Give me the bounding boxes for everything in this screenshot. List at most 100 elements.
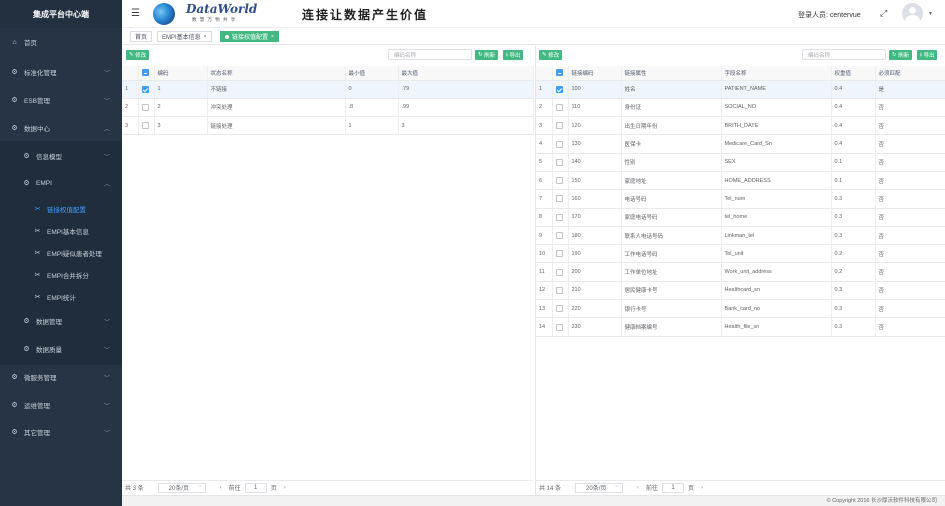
table-row[interactable]: 2 2 冲突处理 .8.99 (122, 98, 534, 118)
page-input[interactable]: 1 (244, 482, 267, 493)
page-size-select[interactable]: 20条/页 (157, 482, 206, 493)
table-row[interactable]: 14 230 健康档案编号 Health_file_sn 0.3 否 (536, 317, 945, 337)
row-checkbox[interactable] (141, 122, 149, 130)
column-header[interactable]: 链接属性 (621, 66, 722, 81)
row-checkbox[interactable] (141, 85, 149, 93)
sidebar-item[interactable]: ✂ EMPI合并拆分 (0, 265, 122, 285)
column-header[interactable]: 最大值 (398, 66, 534, 81)
page-size-select[interactable]: 20条/页 (575, 482, 624, 493)
column-header[interactable]: 必须匹配 (875, 66, 945, 81)
row-checkbox[interactable] (555, 323, 563, 331)
row-checkbox[interactable] (555, 158, 563, 166)
row-select-cell[interactable] (552, 226, 569, 246)
next-page-icon[interactable]: › (701, 485, 703, 491)
row-select-cell[interactable] (552, 281, 569, 301)
row-select-cell[interactable] (552, 299, 569, 319)
row-select-cell[interactable] (552, 116, 569, 136)
row-select-cell[interactable] (138, 116, 155, 136)
column-header[interactable]: 字段名称 (721, 66, 832, 81)
row-checkbox[interactable] (555, 268, 563, 276)
table-row[interactable]: 9 180 联系人电话号码 Linkman_tel 0.3 否 (536, 226, 945, 246)
table-row[interactable]: 6 150 家庭地址 HOME_ADDRESS 0.1 否 (536, 171, 945, 191)
prev-page-icon[interactable]: ‹ (637, 485, 639, 491)
edit-button[interactable]: ✎ 修改 (539, 50, 563, 60)
row-checkbox[interactable] (555, 305, 563, 313)
row-select-cell[interactable] (138, 98, 155, 118)
row-checkbox[interactable] (555, 177, 563, 185)
row-select-cell[interactable] (138, 80, 155, 99)
select-all-checkbox[interactable] (141, 69, 149, 77)
row-checkbox[interactable] (555, 286, 563, 294)
row-select-cell[interactable] (552, 134, 569, 154)
avatar[interactable] (902, 3, 923, 24)
table-row[interactable]: 5 140 性别 SEX 0.1 否 (536, 153, 945, 172)
table-row[interactable]: 3 3 链接处理 1 3 (122, 116, 534, 136)
sidebar-item[interactable]: ⚙ 数据质量 ﹀ (0, 339, 122, 359)
sidebar-item[interactable]: ⚙ EMPI ︿ (0, 173, 122, 193)
row-checkbox[interactable] (555, 232, 563, 240)
column-header[interactable]: 编码 (154, 66, 208, 81)
sidebar-item[interactable]: ⚙ 微服务管理 ﹀ (0, 367, 122, 387)
row-checkbox[interactable] (555, 195, 563, 203)
column-header[interactable]: 权重值 (831, 66, 876, 81)
refresh-button[interactable]: ↻ 刷新 (475, 50, 499, 60)
header-select-all[interactable] (552, 66, 569, 81)
row-select-cell[interactable] (552, 171, 569, 191)
table-row[interactable]: 8 170 家庭电话号码 tel_home 0.3 否 (536, 208, 945, 227)
row-checkbox[interactable] (141, 103, 149, 111)
sidebar-item[interactable]: ⚙ 信息模型 ﹀ (0, 146, 122, 166)
sidebar-item[interactable]: ⚙ 其它管理 ﹀ (0, 422, 122, 442)
next-page-icon[interactable]: › (284, 485, 286, 491)
sidebar-item[interactable]: ⌂ 首页 (0, 32, 122, 52)
page-input[interactable]: 1 (662, 482, 685, 493)
table-row[interactable]: 7 160 电话号码 Tel_num 0.3 否 (536, 189, 945, 209)
row-select-cell[interactable] (552, 189, 569, 209)
close-icon[interactable]: × (271, 34, 274, 40)
export-button[interactable]: ⭳ 导出 (917, 50, 938, 60)
row-checkbox[interactable] (555, 213, 563, 221)
column-header[interactable]: 状态名称 (207, 66, 346, 81)
header-select-all[interactable] (138, 66, 155, 81)
caret-down-icon[interactable]: ▼ (928, 11, 933, 17)
hamburger-icon[interactable]: ☰ (131, 8, 140, 19)
row-select-cell[interactable] (552, 98, 569, 118)
search-input[interactable]: 编码名称 (388, 49, 472, 60)
sidebar-item[interactable]: ⚙ 运维管理 ﹀ (0, 395, 122, 415)
table-row[interactable]: 3 120 出生日期年份 BRITH_DATE 0.4 否 (536, 116, 945, 136)
row-select-cell[interactable] (552, 80, 569, 99)
tab-empi-basic[interactable]: EMPI基本信息 × (157, 31, 212, 42)
table-row[interactable]: 11 200 工作单位地址 Work_unit_address 0.2 否 (536, 262, 945, 282)
sidebar-item[interactable]: ⚙ 标准化管理 ﹀ (0, 62, 122, 82)
table-row[interactable]: 4 130 医保卡 Medicare_Card_Sn 0.4 否 (536, 134, 945, 154)
row-select-cell[interactable] (552, 208, 569, 227)
fullscreen-icon[interactable]: ⤢ (880, 8, 887, 19)
row-select-cell[interactable] (552, 153, 569, 172)
row-checkbox[interactable] (555, 250, 563, 258)
tab-link-weight[interactable]: 链接权值配置 × (220, 31, 279, 42)
export-button[interactable]: ⭳ 导出 (503, 50, 524, 60)
sidebar-item[interactable]: ⚙ 数据中心 ︿ (0, 118, 122, 138)
sidebar-item[interactable]: ⚙ ESB管理 ﹀ (0, 90, 122, 110)
table-row[interactable]: 1 1 不链接 0.79 (122, 80, 534, 99)
prev-page-icon[interactable]: ‹ (220, 485, 222, 491)
table-row[interactable]: 2 110 身份证 SOCIAL_NO 0.4 否 (536, 98, 945, 118)
row-select-cell[interactable] (552, 244, 569, 264)
row-checkbox[interactable] (555, 122, 563, 130)
column-header[interactable]: 最小值 (345, 66, 399, 81)
sidebar-item[interactable]: ✂ EMPI基本信息 (0, 221, 122, 241)
table-row[interactable]: 10 190 工作电话号码 Tel_unit 0.2 否 (536, 244, 945, 264)
sidebar-item[interactable]: ✂ EMPI疑似患者处理 (0, 243, 122, 263)
row-select-cell[interactable] (552, 262, 569, 282)
row-checkbox[interactable] (555, 140, 563, 148)
row-checkbox[interactable] (555, 85, 563, 93)
close-icon[interactable]: × (204, 34, 207, 40)
sidebar-item[interactable]: ⚙ 数据管理 ﹀ (0, 311, 122, 331)
column-header[interactable]: 链接编码 (568, 66, 622, 81)
tab-home[interactable]: 首页 (130, 31, 153, 42)
table-row[interactable]: 12 210 居民健康卡号 Healthcard_sn 0.3 否 (536, 281, 945, 301)
search-input[interactable]: 编码名称 (802, 49, 886, 60)
row-checkbox[interactable] (555, 103, 563, 111)
row-select-cell[interactable] (552, 317, 569, 337)
sidebar-item[interactable]: ✂ 链接权值配置 (0, 199, 122, 219)
table-row[interactable]: 1 100 姓名 PATIENT_NAME 0.4 是 (536, 80, 945, 99)
